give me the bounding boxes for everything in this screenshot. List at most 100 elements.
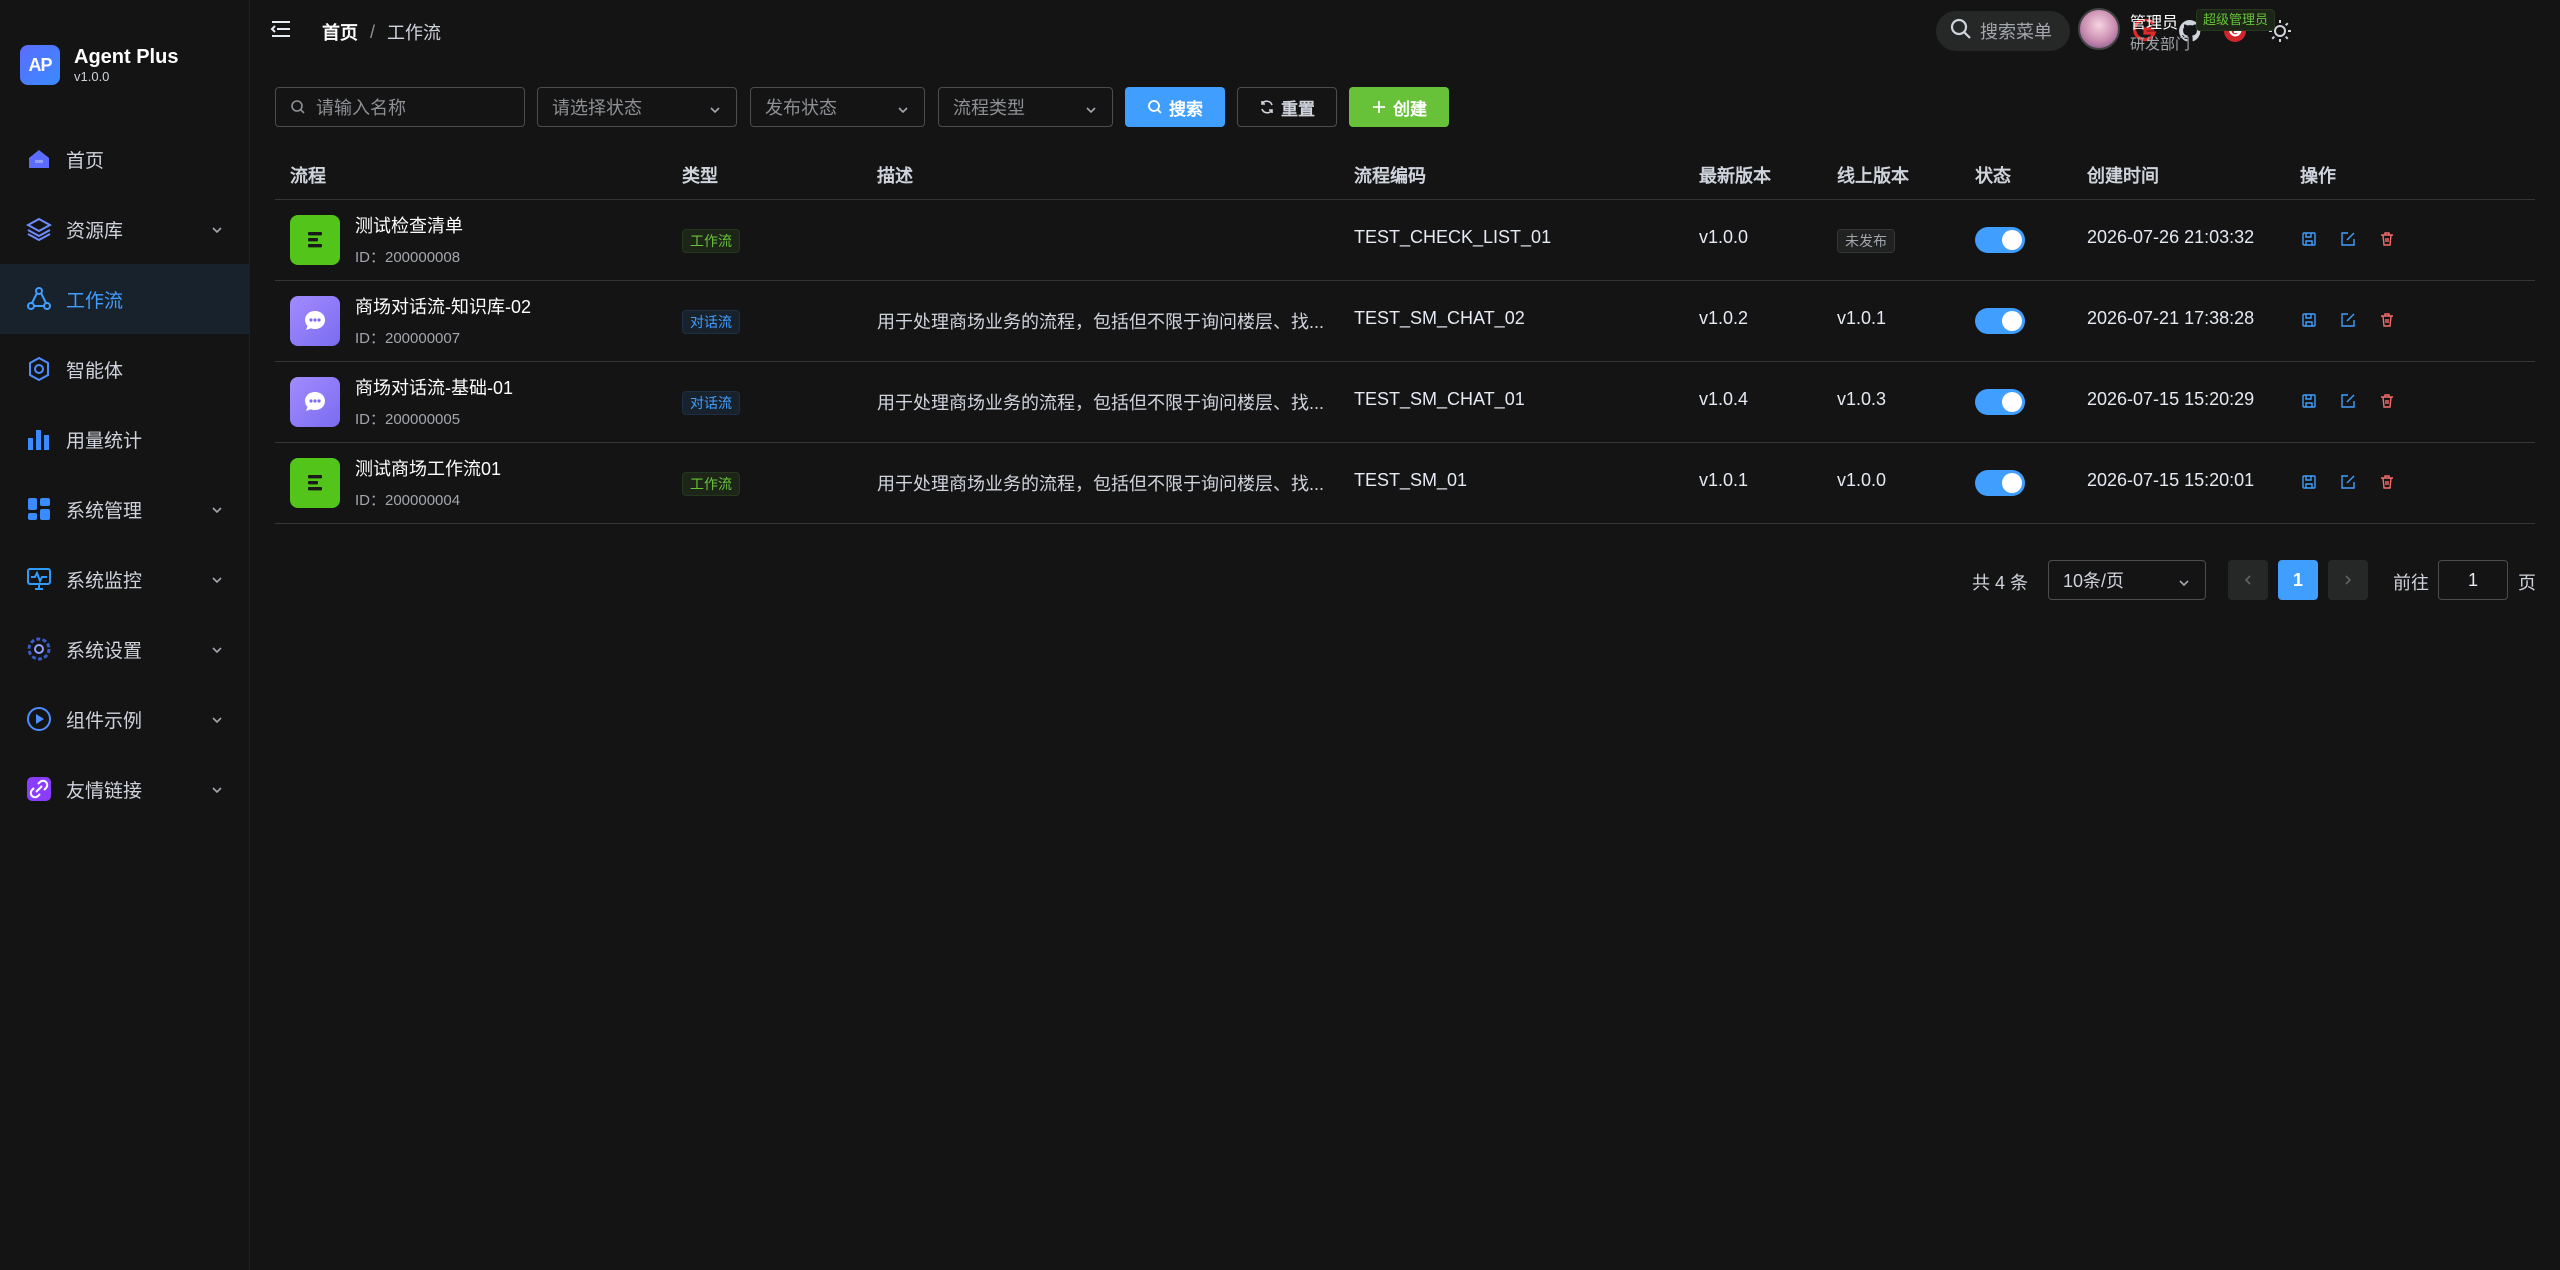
agent-icon — [24, 354, 54, 384]
user-dept: 研发部门 — [2130, 36, 2191, 53]
save-icon[interactable] — [2300, 473, 2318, 491]
search-icon — [1950, 18, 1972, 45]
chevron-down-icon — [708, 101, 722, 122]
edit-icon[interactable] — [2339, 311, 2357, 329]
sidebar-item-links[interactable]: 友情链接 — [0, 754, 250, 824]
publish-status-placeholder: 发布状态 — [765, 98, 837, 118]
flow-type-select[interactable]: 流程类型 — [938, 87, 1113, 127]
created-time: 2026-07-15 15:20:01 — [2087, 470, 2255, 490]
sidebar-item-system-monitor[interactable]: 系统监控 — [0, 544, 250, 614]
created-time: 2026-07-26 21:03:32 — [2087, 227, 2255, 247]
save-icon[interactable] — [2300, 230, 2318, 248]
status-select[interactable]: 请选择状态 — [537, 87, 737, 127]
prev-page-button[interactable] — [2228, 560, 2268, 600]
flow-type-tag: 工作流 — [682, 229, 740, 253]
row-actions — [2300, 473, 2396, 491]
sidebar-item-resources[interactable]: 资源库 — [0, 194, 250, 264]
flow-code: TEST_SM_CHAT_01 — [1354, 389, 1525, 409]
reset-button[interactable]: 重置 — [1237, 87, 1337, 127]
column-header-flow: 流程 — [290, 166, 326, 186]
pagination-total: 共 4 条 — [1972, 573, 2029, 593]
user-role-badge: 超级管理员 — [2196, 9, 2276, 31]
goto-page-input[interactable]: 1 — [2438, 560, 2508, 600]
sidebar-menu: 首页 资源库 工作流 智能体 用量统计 系统管理 系统监控 系统设置 组件示例 … — [0, 124, 250, 824]
column-header-status: 状态 — [1975, 166, 2011, 186]
breadcrumb-current: 工作流 — [387, 23, 442, 43]
status-toggle[interactable] — [1975, 308, 2025, 334]
search-icon — [290, 99, 306, 115]
sidebar-item-label: 资源库 — [66, 220, 124, 242]
table-row[interactable]: 商场对话流-基础-01 ID：200000005 对话流 用于处理商场业务的流程… — [275, 362, 2535, 443]
publish-status-select[interactable]: 发布状态 — [750, 87, 925, 127]
flow-code: TEST_SM_CHAT_02 — [1354, 308, 1525, 328]
delete-icon[interactable] — [2378, 230, 2396, 248]
chat-flow-icon — [290, 296, 340, 346]
sidebar-item-system-settings[interactable]: 系统设置 — [0, 614, 250, 684]
delete-icon[interactable] — [2378, 392, 2396, 410]
latest-version: v1.0.2 — [1699, 308, 1749, 328]
column-header-type: 类型 — [682, 166, 718, 186]
flow-type-tag: 工作流 — [682, 472, 740, 496]
delete-icon[interactable] — [2378, 473, 2396, 491]
status-toggle[interactable] — [1975, 389, 2025, 415]
sidebar-item-label: 组件示例 — [66, 710, 143, 732]
page-size-select[interactable]: 10条/页 — [2048, 560, 2206, 600]
status-toggle[interactable] — [1975, 470, 2025, 496]
sidebar-item-home[interactable]: 首页 — [0, 124, 250, 194]
save-icon[interactable] — [2300, 392, 2318, 410]
status-toggle[interactable] — [1975, 227, 2025, 253]
breadcrumb-home[interactable]: 首页 — [322, 19, 358, 45]
user-name[interactable]: 管理员 — [2130, 9, 2178, 33]
row-actions — [2300, 392, 2396, 410]
gear-icon — [24, 634, 54, 664]
edit-icon[interactable] — [2339, 230, 2357, 248]
page-suffix: 页 — [2518, 573, 2536, 593]
row-actions — [2300, 311, 2396, 329]
workflow-icon — [24, 284, 54, 314]
table-row[interactable]: 测试商场工作流01 ID：200000004 工作流 用于处理商场业务的流程，包… — [275, 443, 2535, 524]
sidebar: AP Agent Plus v1.0.0 首页 资源库 工作流 智能体 用量统计… — [0, 0, 250, 1270]
column-header-code: 流程编码 — [1354, 166, 1426, 186]
name-search-input[interactable]: 请输入名称 — [275, 87, 525, 127]
flow-id: ID：200000008 — [355, 249, 461, 266]
page-number-button[interactable]: 1 — [2278, 560, 2318, 600]
sidebar-item-usage[interactable]: 用量统计 — [0, 404, 250, 474]
latest-version: v1.0.0 — [1699, 227, 1749, 247]
chevron-down-icon — [2177, 574, 2191, 595]
next-page-button[interactable] — [2328, 560, 2368, 600]
unpublished-badge: 未发布 — [1837, 229, 1895, 253]
sidebar-item-system-management[interactable]: 系统管理 — [0, 474, 250, 544]
created-time: 2026-07-21 17:38:28 — [2087, 308, 2255, 328]
table-row[interactable]: 商场对话流-知识库-02 ID：200000007 对话流 用于处理商场业务的流… — [275, 281, 2535, 362]
save-icon[interactable] — [2300, 311, 2318, 329]
brand[interactable]: AP Agent Plus v1.0.0 — [20, 42, 178, 88]
flow-id: ID：200000004 — [355, 492, 461, 509]
sidebar-item-components[interactable]: 组件示例 — [0, 684, 250, 754]
search-button[interactable]: 搜索 — [1125, 87, 1225, 127]
sidebar-item-workflow[interactable]: 工作流 — [0, 264, 250, 334]
online-version: v1.0.3 — [1837, 389, 1887, 409]
sidebar-item-agent[interactable]: 智能体 — [0, 334, 250, 404]
flow-type-tag: 对话流 — [682, 310, 740, 334]
menu-search-button[interactable]: 搜索菜单 — [1936, 11, 2070, 51]
delete-icon[interactable] — [2378, 311, 2396, 329]
flow-name[interactable]: 测试商场工作流01 — [355, 455, 501, 481]
menu-collapse-icon[interactable] — [270, 18, 292, 46]
bar-chart-icon — [24, 424, 54, 454]
flow-name[interactable]: 商场对话流-基础-01 — [355, 374, 513, 400]
create-button[interactable]: 创建 — [1349, 87, 1449, 127]
flow-name[interactable]: 商场对话流-知识库-02 — [355, 293, 531, 319]
table-header: 流程 类型 描述 流程编码 最新版本 线上版本 状态 创建时间 操作 — [275, 148, 2535, 200]
column-header-desc: 描述 — [877, 166, 913, 186]
created-time: 2026-07-15 15:20:29 — [2087, 389, 2255, 409]
flow-description: 用于处理商场业务的流程，包括但不限于询问楼层、找... — [877, 312, 1325, 332]
avatar[interactable] — [2078, 8, 2120, 50]
flow-id: ID：200000007 — [355, 330, 461, 347]
edit-icon[interactable] — [2339, 473, 2357, 491]
chat-flow-icon — [290, 377, 340, 427]
flow-name[interactable]: 测试检查清单 — [355, 212, 463, 238]
table-row[interactable]: 测试检查清单 ID：200000008 工作流 TEST_CHECK_LIST_… — [275, 200, 2535, 281]
brand-name: Agent Plus — [74, 46, 179, 68]
online-version: v1.0.0 — [1837, 470, 1887, 490]
edit-icon[interactable] — [2339, 392, 2357, 410]
